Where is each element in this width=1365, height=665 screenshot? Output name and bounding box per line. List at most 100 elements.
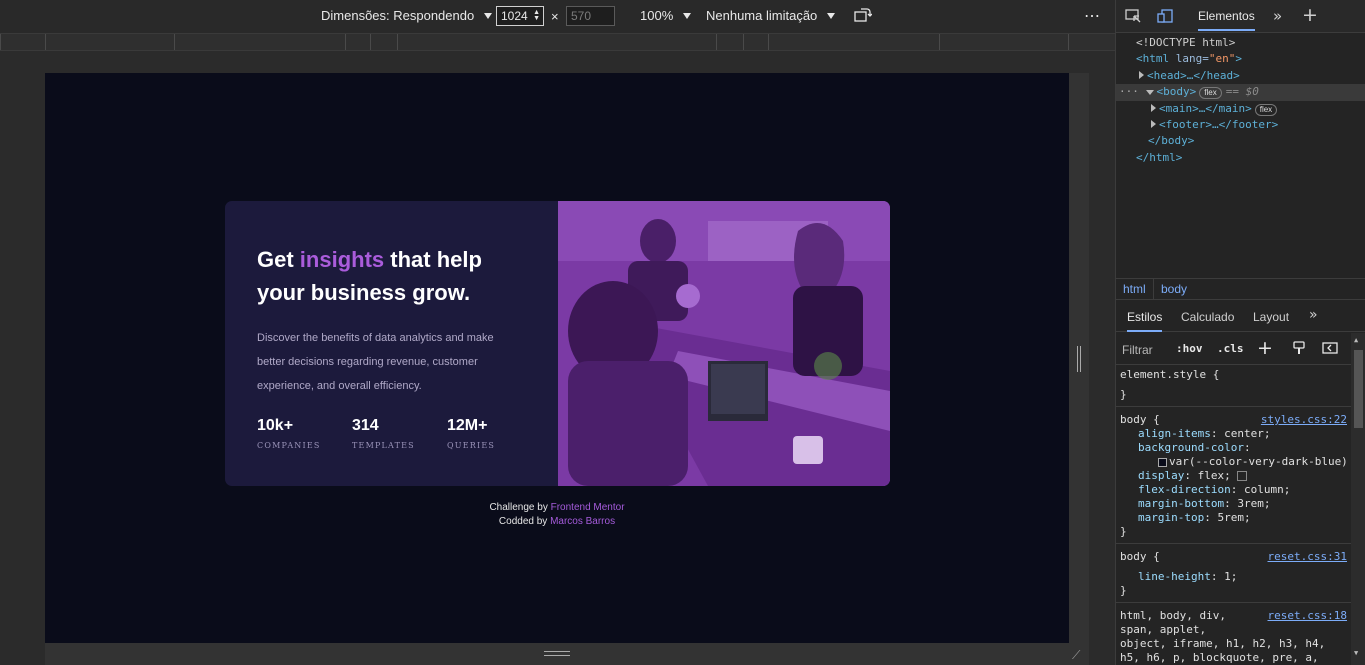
rule-reset-list[interactable]: html, body, div, reset.css:18 span, appl… [1116,603,1351,665]
css-property[interactable]: flex-direction: column; [1120,483,1351,497]
flex-badge[interactable]: flex [1199,87,1222,100]
property-name: flex-direction [1138,483,1231,496]
dom-doctype[interactable]: <!DOCTYPE html> [1116,35,1365,51]
property-value: 3rem; [1237,497,1271,510]
add-tab-icon[interactable]: + [1302,4,1318,26]
inspect-element-icon[interactable] [1125,9,1141,27]
property-value: center; [1224,427,1271,440]
frontend-mentor-link[interactable]: Frontend Mentor [551,502,625,513]
rule-close: } [1120,584,1127,597]
expand-icon[interactable] [1151,119,1156,128]
hov-toggle[interactable]: :hov [1176,342,1203,355]
selector-line: h5, h6, p, blockquote, pre, a, [1120,651,1319,664]
more-options-icon[interactable]: ⋯ [1084,6,1101,26]
resize-handle-vertical-icon[interactable] [1077,346,1081,372]
source-link[interactable]: styles.css:22 [1261,413,1347,427]
dom-main[interactable]: <main>…</main> flex [1116,101,1365,117]
rule-header: html, body, div, reset.css:18 [1120,609,1351,623]
tab-layout[interactable]: Layout [1253,310,1289,324]
source-link[interactable]: reset.css:31 [1268,550,1347,564]
styles-filter-bar: Filtrar :hov .cls + [1116,333,1351,365]
tab-elements[interactable]: Elementos [1198,9,1255,31]
rule-selector: body { [1120,550,1160,563]
tab-computed[interactable]: Calculado [1181,310,1234,324]
sidebar-toggle-icon[interactable] [1322,341,1338,358]
footer-line-1: Challenge by Frontend Mentor [45,501,1069,515]
css-property[interactable]: margin-top: 5rem; [1120,511,1351,525]
source-link[interactable]: reset.css:18 [1268,609,1347,623]
resize-handle-horizontal-icon[interactable] [544,651,570,656]
stat-number: 314 [352,417,379,434]
stat-number: 10k+ [257,417,294,434]
dom-footer[interactable]: <footer>…</footer> [1116,117,1365,133]
dom-body[interactable]: ··· <body> flex == $0 [1116,84,1365,101]
paint-brush-icon[interactable] [1292,341,1306,358]
dimensions-dropdown[interactable]: Dimensões: Respondendo [321,8,493,23]
spinner-icon[interactable]: ▲ ▼ [533,9,540,22]
dom-html[interactable]: <html lang="en"> [1116,51,1365,67]
body-close-tag: </body> [1148,134,1195,148]
stat-label: QUERIES [447,441,496,450]
dom-body-close[interactable]: </body> [1116,133,1365,149]
property-value: var(--color-very-dark-blue) [1169,455,1348,468]
stat-label: TEMPLATES [352,441,415,450]
property-value: 1; [1224,570,1238,583]
more-tabs-icon[interactable]: » [1273,7,1282,25]
dots-icon[interactable]: ··· [1119,85,1139,98]
chevron-down-icon [683,12,692,19]
cls-toggle[interactable]: .cls [1217,342,1244,355]
scroll-up-icon[interactable]: ▲ [1354,336,1358,344]
resize-corner-icon[interactable]: ⟋ [1072,648,1080,663]
rule-body-reset[interactable]: body { reset.css:31 line-height: 1; } [1116,544,1351,603]
title-suffix: that help [384,247,482,272]
zoom-dropdown[interactable]: 100% [640,8,692,23]
scrollbar-thumb[interactable] [1354,350,1363,428]
rule-selector: body { [1120,413,1160,426]
css-property[interactable]: display: flex; [1120,469,1351,483]
css-property[interactable]: line-height: 1; [1120,570,1351,584]
selector-line: span, applet, [1120,623,1207,636]
height-input[interactable]: 570 [566,6,615,26]
property-name: align-items [1138,427,1211,440]
color-swatch-icon[interactable] [1158,457,1167,467]
css-property[interactable]: margin-bottom: 3rem; [1120,497,1351,511]
expand-icon[interactable] [1139,70,1144,79]
filter-input[interactable]: Filtrar [1122,343,1153,357]
rule-element-style[interactable]: element.style { } [1116,366,1351,407]
breadcrumb-html[interactable]: html [1123,282,1146,296]
rule-body-styles[interactable]: body { styles.css:22 align-items: center… [1116,407,1351,544]
device-toggle-icon[interactable] [1157,9,1173,27]
property-value: flex; [1197,469,1231,482]
tab-styles[interactable]: Estilos [1127,310,1163,332]
css-property[interactable]: background-color: [1120,441,1351,455]
collapse-icon[interactable] [1145,90,1154,96]
property-name: line-height [1138,570,1211,583]
office-photo-illustration [558,201,890,486]
width-input[interactable]: 1024 ▲ ▼ [496,6,544,26]
scroll-down-icon[interactable]: ▼ [1354,649,1358,657]
stat-queries: 12M+ QUERIES [447,417,542,450]
add-rule-icon[interactable]: + [1257,337,1273,359]
breadcrumb-body[interactable]: body [1161,282,1187,296]
rotate-button[interactable] [854,8,872,22]
zoom-label: 100% [640,8,674,23]
stats-row: 10k+ COMPANIES 314 TEMPLATES 12M+ QUERIE… [257,417,542,450]
flex-badge[interactable]: flex [1254,103,1278,116]
media-query-ruler[interactable] [0,33,1115,51]
dom-head[interactable]: <head>…</head> [1116,68,1365,84]
footer-prefix: Challenge by [489,502,551,513]
css-property[interactable]: align-items: center; [1120,427,1351,441]
author-link[interactable]: Marcos Barros [550,516,615,527]
dom-html-close[interactable]: </html> [1116,150,1365,166]
devtools-tab-bar: Elementos » + [1116,0,1365,33]
dimensions-label: Dimensões: Respondendo [321,8,475,23]
throttle-dropdown[interactable]: Nenhuma limitação [706,8,836,23]
css-rules-list: element.style { } body { styles.css:22 a… [1116,366,1351,665]
emulated-viewport: Get insights that help your business gro… [45,73,1069,643]
more-tabs-icon[interactable]: » [1309,307,1318,323]
html-attr-name: lang= [1169,52,1209,66]
css-property-value-line[interactable]: var(--color-very-dark-blue) [1120,455,1351,469]
expand-icon[interactable] [1151,103,1156,112]
styles-scrollbar[interactable]: ▲ ▼ [1351,333,1365,665]
flexbox-editor-icon[interactable] [1237,471,1248,481]
